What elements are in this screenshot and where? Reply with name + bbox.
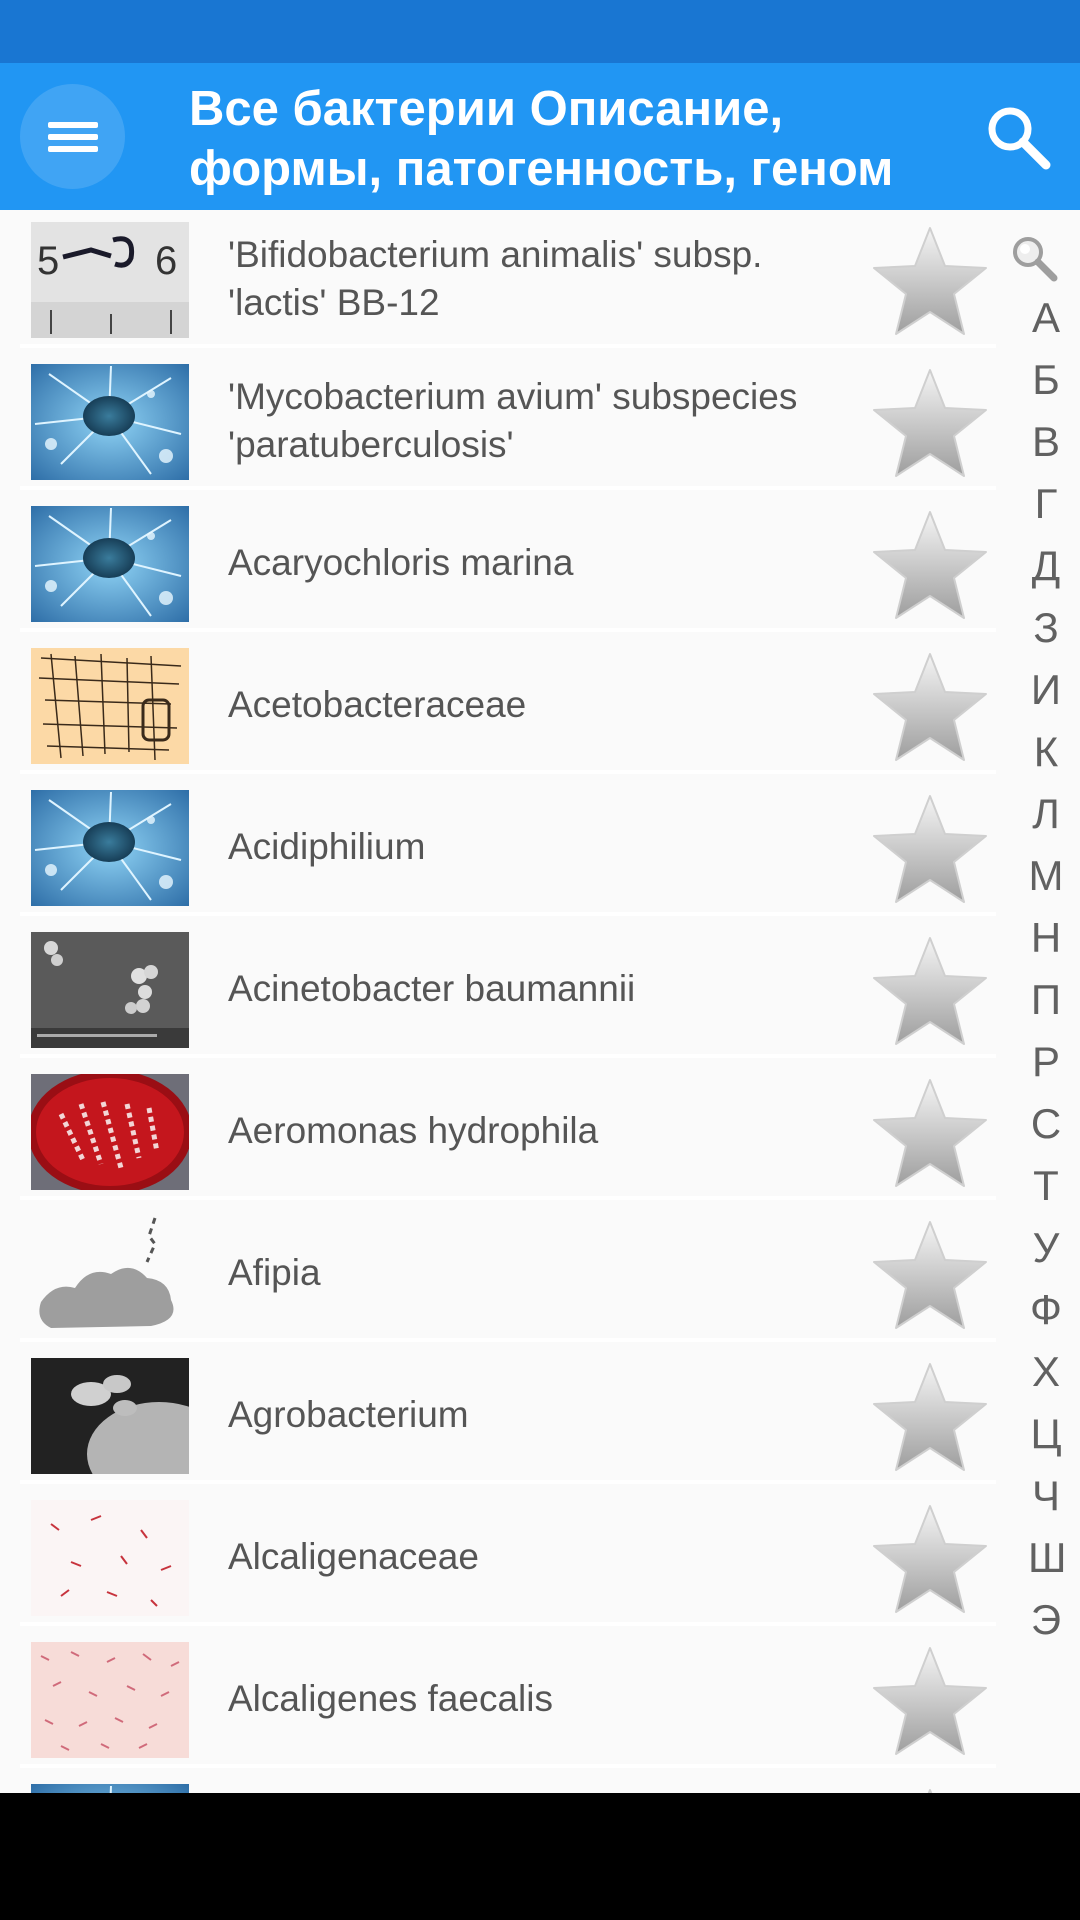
list-item-label: Acinetobacter baumannii — [228, 968, 636, 1009]
index-letter[interactable]: Р — [1028, 1038, 1064, 1086]
thumbnail-image — [31, 506, 189, 622]
magnifier-icon — [1013, 237, 1058, 282]
list-item[interactable]: Acaryochloris marina — [20, 494, 996, 632]
index-letter[interactable]: М — [1028, 852, 1064, 900]
list-item-label: Alcaligenes faecalis — [228, 1678, 553, 1719]
star-icon[interactable] — [868, 222, 992, 342]
thumbnail-image — [31, 790, 189, 906]
index-letter[interactable]: Г — [1028, 480, 1064, 528]
star-icon[interactable] — [868, 1358, 992, 1478]
thumbnail-image — [31, 648, 189, 764]
thumbnail-image — [31, 1784, 189, 1793]
app-bar: Все бактерии Описание, формы, патогеннос… — [0, 63, 1080, 210]
search-button[interactable] — [980, 99, 1056, 175]
index-letter[interactable]: К — [1028, 728, 1064, 776]
svg-text:6: 6 — [155, 239, 177, 283]
list-item[interactable]: 'Mycobacterium avium' subspecies 'paratu… — [20, 352, 996, 490]
list-item-label: Afipia — [228, 1252, 321, 1293]
star-icon[interactable] — [868, 648, 992, 768]
thumbnail-image — [31, 364, 189, 480]
thumbnail-image — [31, 1642, 189, 1758]
list-item[interactable]: Acinetobacter baumannii — [20, 920, 996, 1058]
list-item-label: Acetobacteraceae — [228, 684, 527, 725]
index-letter[interactable]: Э — [1028, 1596, 1064, 1644]
index-letter[interactable]: З — [1028, 604, 1064, 652]
navigation-bar — [0, 1793, 1080, 1920]
list-item-label: 'Bifidobacterium animalis' subsp. 'lacti… — [228, 234, 763, 323]
list-item[interactable] — [20, 1772, 996, 1793]
index-letter[interactable]: У — [1028, 1224, 1064, 1272]
thumbnail-image — [31, 1074, 189, 1190]
index-letter[interactable]: Т — [1028, 1162, 1064, 1210]
thumbnail-image — [31, 1358, 189, 1474]
star-icon[interactable] — [868, 506, 992, 626]
page-title: Все бактерии Описание, формы, патогеннос… — [189, 82, 894, 196]
index-letter[interactable]: Н — [1028, 914, 1064, 962]
index-letter[interactable]: С — [1028, 1100, 1064, 1148]
star-icon[interactable] — [868, 364, 992, 484]
thumbnail-image: 5 6 — [31, 222, 189, 338]
star-icon[interactable] — [868, 1642, 992, 1762]
star-icon[interactable] — [868, 1500, 992, 1620]
index-letter[interactable]: И — [1028, 666, 1064, 714]
list-item-label: Agrobacterium — [228, 1394, 469, 1435]
content-area: 5 6 'Bifidobacterium animalis' subsp. 'l… — [0, 210, 1080, 1793]
list-item[interactable]: Alcaligenaceae — [20, 1488, 996, 1626]
index-letter[interactable]: В — [1028, 418, 1064, 466]
list-item[interactable]: Afipia — [20, 1204, 996, 1342]
list-item-label: Alcaligenaceae — [228, 1536, 479, 1577]
index-letter[interactable]: Б — [1028, 356, 1064, 404]
list-item[interactable]: Aeromonas hydrophila — [20, 1062, 996, 1200]
thumbnail-image — [31, 1216, 189, 1332]
svg-text:5: 5 — [37, 239, 59, 283]
thumbnail-image — [31, 1500, 189, 1616]
index-letter[interactable]: Л — [1028, 790, 1064, 838]
star-icon[interactable] — [868, 932, 992, 1052]
index-letter[interactable]: Х — [1028, 1348, 1064, 1396]
list-item-label: Acaryochloris marina — [228, 542, 574, 583]
index-search-button[interactable] — [1008, 234, 1060, 282]
star-icon[interactable] — [868, 790, 992, 910]
star-icon[interactable] — [868, 1216, 992, 1336]
list-item-label: 'Mycobacterium avium' subspecies 'paratu… — [228, 376, 798, 465]
index-letter[interactable]: П — [1028, 976, 1064, 1024]
index-letter[interactable]: Ф — [1028, 1286, 1064, 1334]
list-item-label: Aeromonas hydrophila — [228, 1110, 599, 1151]
index-letter[interactable]: Ш — [1028, 1534, 1067, 1582]
status-bar — [0, 0, 1080, 63]
search-icon — [988, 107, 1051, 170]
list-item-label: Acidiphilium — [228, 826, 426, 867]
index-letter[interactable]: Ч — [1028, 1472, 1064, 1520]
list-item[interactable]: Alcaligenes faecalis — [20, 1630, 996, 1768]
star-icon[interactable] — [868, 1784, 992, 1793]
index-letter[interactable]: А — [1028, 294, 1064, 342]
index-letter[interactable]: Д — [1028, 542, 1064, 590]
list-item[interactable]: Acidiphilium — [20, 778, 996, 916]
thumbnail-image — [31, 932, 189, 1048]
list-item-label — [228, 1772, 858, 1793]
index-letter[interactable]: Ц — [1028, 1410, 1064, 1458]
menu-button[interactable] — [20, 84, 125, 189]
star-icon[interactable] — [868, 1074, 992, 1194]
list-item[interactable]: 5 6 'Bifidobacterium animalis' subsp. 'l… — [20, 210, 996, 348]
list-item[interactable]: Agrobacterium — [20, 1346, 996, 1484]
list-item[interactable]: Acetobacteraceae — [20, 636, 996, 774]
